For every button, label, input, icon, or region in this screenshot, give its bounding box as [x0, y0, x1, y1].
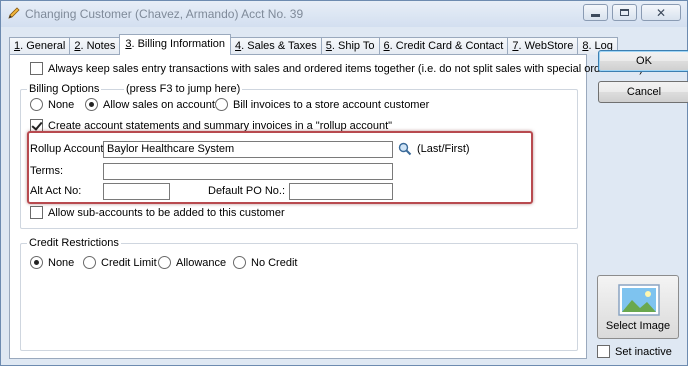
- radio-label: Allow sales on account: [103, 98, 215, 111]
- tab-strip: 1. General 2. Notes 3. Billing Informati…: [9, 34, 618, 55]
- tab-webstore[interactable]: 7. WebStore: [507, 37, 579, 55]
- tab-label: . Sales & Taxes: [241, 40, 317, 52]
- select-image-button[interactable]: Select Image: [597, 275, 679, 339]
- radio-button[interactable]: [83, 256, 96, 269]
- create-statements-label: Create account statements and summary in…: [48, 119, 393, 132]
- minimize-icon: [591, 14, 600, 17]
- set-inactive-option[interactable]: Set inactive: [597, 345, 672, 358]
- radio-label: Credit Limit: [101, 256, 157, 269]
- sub-accounts-checkbox[interactable]: [30, 206, 43, 219]
- close-button[interactable]: ✕: [641, 4, 681, 21]
- tab-billing-information[interactable]: 3. Billing Information: [119, 34, 232, 55]
- radio-button[interactable]: [85, 98, 98, 111]
- image-icon: [618, 284, 660, 316]
- billing-options-hint: (press F3 to jump here): [124, 83, 243, 95]
- pencil-icon: [8, 7, 20, 19]
- radio-billing-none[interactable]: None: [30, 98, 74, 111]
- radio-bill-invoices[interactable]: Bill invoices to a store account custome…: [215, 98, 429, 111]
- rollup-account-label: Rollup Account:: [30, 143, 107, 155]
- tab-label: . Billing Information: [131, 38, 226, 50]
- alt-act-no-label: Alt Act No:: [30, 185, 82, 197]
- radio-allowance[interactable]: Allowance: [158, 256, 226, 269]
- billing-information-panel: Always keep sales entry transactions wit…: [9, 54, 643, 359]
- tab-label: . Credit Card & Contact: [389, 40, 504, 52]
- tab-label: . WebStore: [518, 40, 574, 52]
- radio-no-credit[interactable]: No Credit: [233, 256, 297, 269]
- customer-dialog-window: Changing Customer (Chavez, Armando) Acct…: [0, 0, 688, 366]
- rollup-account-input[interactable]: Baylor Healthcare System: [103, 141, 393, 158]
- tab-ship-to[interactable]: 5. Ship To: [320, 37, 380, 55]
- maximize-icon: [620, 9, 629, 16]
- select-image-label: Select Image: [605, 320, 671, 332]
- alt-act-no-input[interactable]: [103, 183, 170, 200]
- default-po-input[interactable]: [289, 183, 393, 200]
- ok-button[interactable]: OK: [598, 50, 688, 72]
- cancel-button[interactable]: Cancel: [598, 81, 688, 103]
- radio-allow-sales-on-account[interactable]: Allow sales on account: [85, 98, 215, 111]
- tab-label: . Ship To: [331, 40, 375, 52]
- tab-sales-taxes[interactable]: 4. Sales & Taxes: [230, 37, 322, 55]
- credit-restrictions-title: Credit Restrictions: [27, 237, 121, 249]
- radio-button[interactable]: [30, 256, 43, 269]
- window-title: Changing Customer (Chavez, Armando) Acct…: [25, 7, 304, 21]
- set-inactive-label: Set inactive: [615, 345, 672, 358]
- radio-label: None: [48, 98, 75, 111]
- tab-label: . General: [20, 40, 66, 52]
- default-po-label: Default PO No.:: [208, 185, 286, 197]
- sub-accounts-option[interactable]: Allow sub-accounts to be added to this c…: [30, 206, 285, 219]
- terms-label: Terms:: [30, 165, 63, 177]
- tab-label: . Notes: [80, 40, 116, 52]
- radio-button[interactable]: [215, 98, 228, 111]
- maximize-button[interactable]: [612, 4, 637, 21]
- radio-credit-limit[interactable]: Credit Limit: [83, 256, 157, 269]
- keep-together-checkbox[interactable]: [30, 62, 43, 75]
- radio-label: Allowance: [176, 256, 227, 269]
- tab-credit-card-contact[interactable]: 6. Credit Card & Contact: [378, 37, 509, 55]
- billing-options-title: Billing Options: [27, 83, 102, 95]
- rollup-hint: (Last/First): [417, 143, 470, 155]
- search-icon[interactable]: [398, 142, 412, 156]
- radio-button[interactable]: [158, 256, 171, 269]
- radio-button[interactable]: [30, 98, 43, 111]
- terms-input[interactable]: [103, 163, 393, 180]
- close-icon: ✕: [655, 5, 667, 20]
- radio-label: Bill invoices to a store account custome…: [233, 98, 430, 111]
- radio-label: None: [48, 256, 75, 269]
- tab-general[interactable]: 1. General: [9, 37, 71, 55]
- tab-notes[interactable]: 2. Notes: [69, 37, 121, 55]
- radio-credit-none[interactable]: None: [30, 256, 74, 269]
- sub-accounts-label: Allow sub-accounts to be added to this c…: [48, 206, 285, 219]
- radio-button[interactable]: [233, 256, 246, 269]
- keep-together-label: Always keep sales entry transactions wit…: [48, 62, 643, 75]
- title-bar: Changing Customer (Chavez, Armando) Acct…: [1, 1, 687, 27]
- set-inactive-checkbox[interactable]: [597, 345, 610, 358]
- keep-together-option[interactable]: Always keep sales entry transactions wit…: [30, 62, 643, 75]
- minimize-button[interactable]: [583, 4, 608, 21]
- radio-label: No Credit: [251, 256, 298, 269]
